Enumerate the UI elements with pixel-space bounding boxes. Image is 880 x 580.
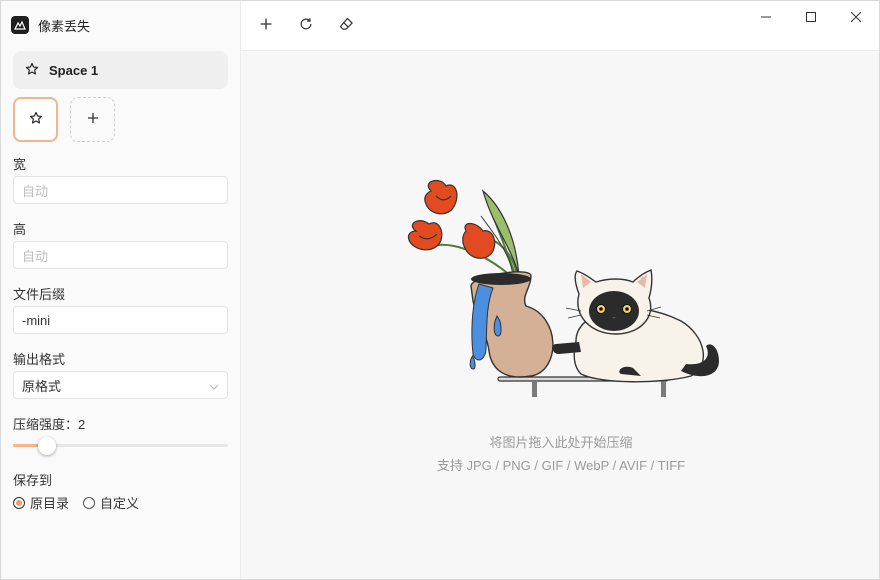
space-label: Space 1: [49, 62, 99, 78]
suffix-value: -mini: [22, 312, 51, 328]
add-preset-button[interactable]: [70, 97, 115, 142]
width-placeholder: 自动: [22, 183, 49, 199]
save-label: 保存到: [13, 473, 53, 488]
star-icon: [25, 62, 39, 79]
star-icon: [29, 111, 43, 128]
plus-icon: [87, 112, 99, 127]
suffix-input[interactable]: -mini: [13, 306, 228, 334]
compression-label: 压缩强度：2: [13, 417, 86, 432]
app-window: 像素丢失 Space 1 宽 自动 高 自动 文件后缀 -mini 输出格式 原…: [0, 0, 880, 580]
height-label: 高: [13, 222, 27, 237]
maximize-icon: [806, 10, 816, 25]
slider-thumb[interactable]: [38, 437, 57, 455]
drop-zone[interactable]: 将图片拖入此处开始压缩 支持 JPG / PNG / GIF / WebP / …: [241, 51, 879, 579]
preset-row: [13, 97, 115, 142]
radio-dot: [13, 496, 25, 509]
radio-dot: [83, 496, 96, 509]
chevron-down-icon: [209, 378, 219, 393]
eraser-icon: [339, 17, 354, 34]
height-input[interactable]: 自动: [13, 241, 228, 269]
space-item[interactable]: Space 1: [13, 51, 228, 89]
width-label: 宽: [13, 157, 27, 172]
add-button[interactable]: [255, 14, 277, 36]
suffix-label: 文件后缀: [13, 287, 66, 302]
cat-vase-illustration: [407, 179, 719, 397]
formats-hint: 支持 JPG / PNG / GIF / WebP / AVIF / TIFF: [436, 458, 686, 473]
save-options: 原目录 自定义: [13, 493, 139, 512]
app-title: 像素丢失: [38, 18, 91, 34]
close-button[interactable]: [846, 8, 866, 26]
format-label: 输出格式: [13, 352, 66, 367]
clear-button[interactable]: [335, 14, 357, 36]
plus-icon: [260, 18, 272, 33]
radio-label: 原目录: [30, 496, 70, 511]
radio-label: 自定义: [100, 496, 140, 511]
close-icon: [850, 10, 862, 25]
toolbar: [241, 1, 879, 51]
radio-original-dir[interactable]: 原目录: [13, 493, 69, 512]
maximize-button[interactable]: [801, 8, 821, 26]
radio-custom-dir[interactable]: 自定义: [83, 493, 139, 512]
refresh-icon: [299, 17, 313, 34]
preset-star-button[interactable]: [13, 97, 58, 142]
sidebar: 像素丢失 Space 1 宽 自动 高 自动 文件后缀 -mini 输出格式 原…: [1, 1, 241, 579]
refresh-button[interactable]: [295, 14, 317, 36]
height-placeholder: 自动: [22, 248, 49, 264]
minimize-button[interactable]: [756, 8, 776, 26]
format-select[interactable]: 原格式: [13, 371, 228, 399]
width-input[interactable]: 自动: [13, 176, 228, 204]
format-value: 原格式: [22, 378, 62, 394]
drop-hint: 将图片拖入此处开始压缩: [489, 435, 633, 450]
app-header: 像素丢失: [11, 15, 90, 35]
tulip: [407, 179, 496, 259]
minimize-icon: [761, 10, 771, 25]
app-logo-icon: [11, 16, 29, 34]
compression-slider[interactable]: [13, 437, 228, 455]
